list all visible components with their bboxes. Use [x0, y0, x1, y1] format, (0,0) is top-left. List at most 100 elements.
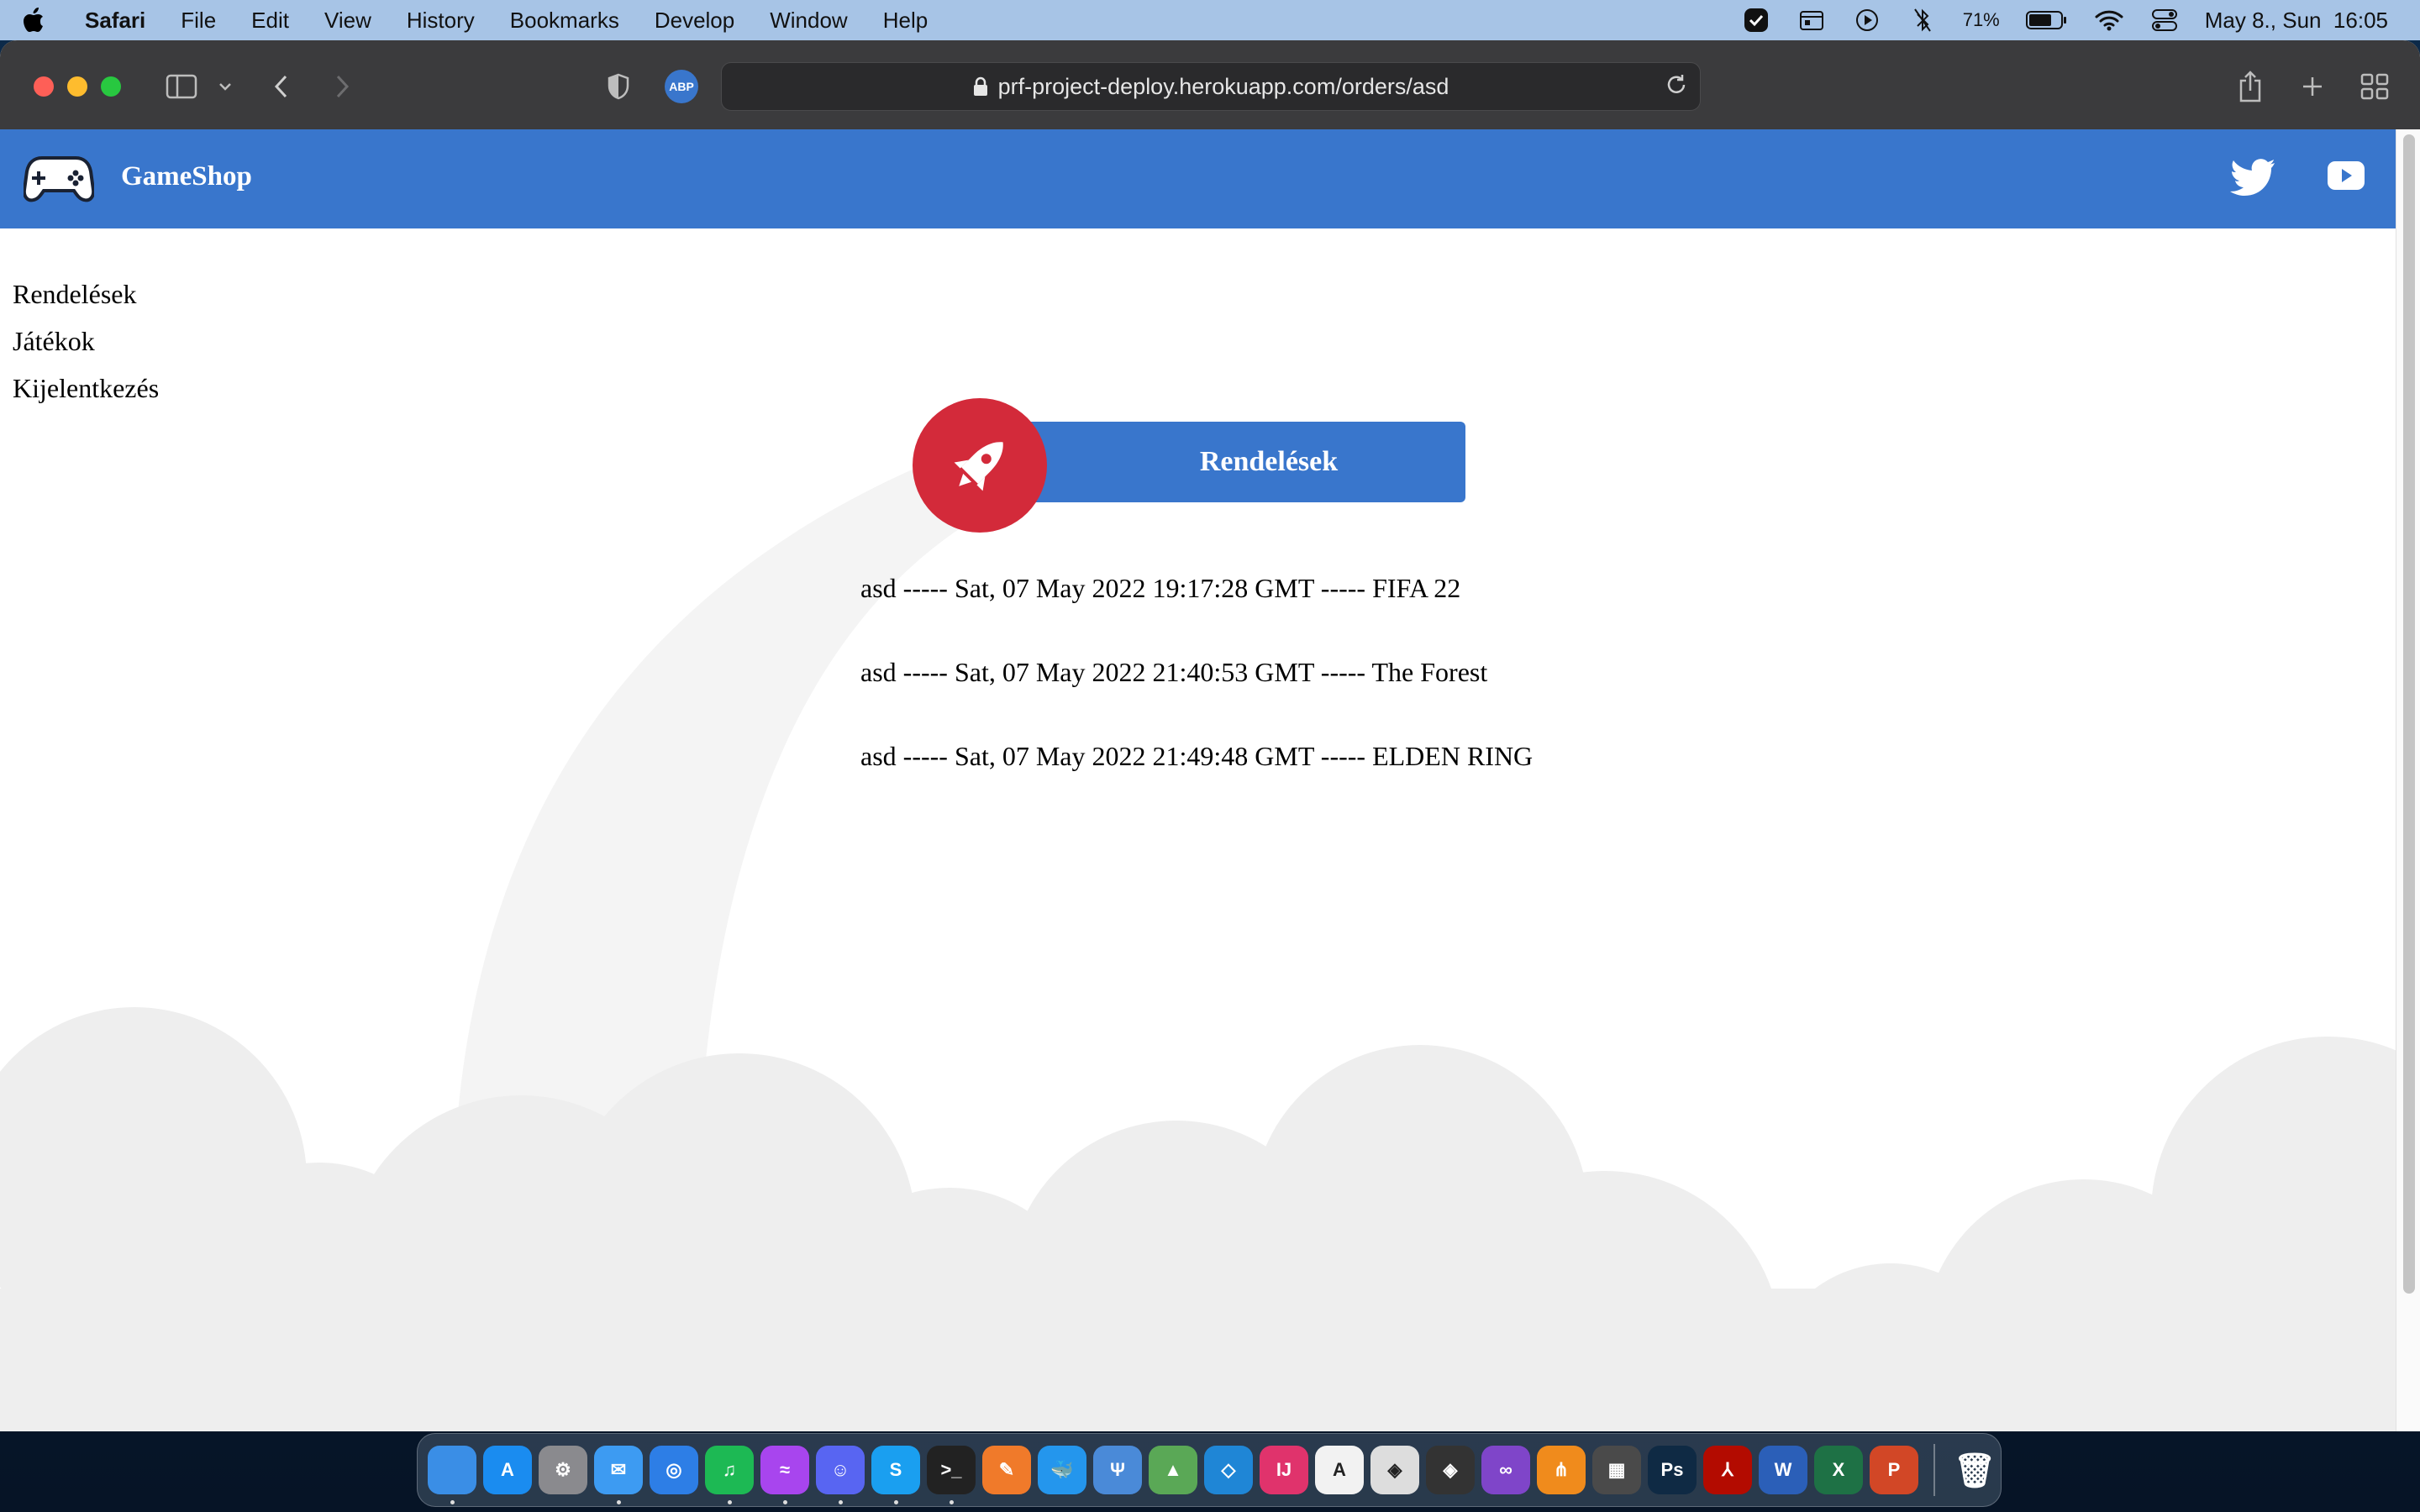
unity-hub-dock-icon[interactable]: ◈: [1426, 1446, 1475, 1494]
powerpoint-dock-glyph: P: [1887, 1459, 1901, 1480]
nav-link-logout[interactable]: Kijelentkezés: [13, 365, 159, 412]
menu-bar-clock[interactable]: May 8., Sun 16:05: [2205, 8, 2388, 34]
order-row: asd ----- Sat, 07 May 2022 21:49:48 GMT …: [860, 741, 1534, 771]
finder-dock-icon[interactable]: [428, 1446, 476, 1504]
sidebar-toggle-icon[interactable]: [163, 68, 200, 105]
excel-dock-icon[interactable]: X: [1814, 1446, 1863, 1494]
intellij-dock-glyph: IJ: [1276, 1459, 1292, 1480]
vscode-dock-icon[interactable]: ◇: [1204, 1446, 1253, 1494]
skype-dock-glyph: S: [889, 1459, 902, 1480]
running-indicator: [728, 1500, 732, 1504]
reload-icon[interactable]: [1665, 73, 1688, 102]
youtube-icon[interactable]: [2328, 161, 2365, 194]
battery-icon[interactable]: [2025, 8, 2069, 33]
menu-bookmarks[interactable]: Bookmarks: [492, 8, 637, 34]
tab-group-chevron-down-icon[interactable]: [213, 68, 237, 105]
privacy-shield-icon[interactable]: [603, 68, 634, 105]
menu-history[interactable]: History: [389, 8, 492, 34]
now-playing-icon[interactable]: [1852, 8, 1882, 33]
android-studio-dock-glyph: ▲: [1164, 1459, 1182, 1480]
ai-app-dock-icon[interactable]: A: [1315, 1446, 1364, 1494]
system-preferences-dock-icon[interactable]: ⚙: [539, 1446, 587, 1494]
brand-name[interactable]: GameShop: [121, 161, 252, 192]
scrollbar-thumb[interactable]: [2403, 134, 2415, 1294]
visual-studio-dock-icon[interactable]: ∞: [1481, 1446, 1530, 1494]
tab-overview-icon[interactable]: [2358, 68, 2391, 105]
menu-edit[interactable]: Edit: [234, 8, 307, 34]
checkmark-app-icon[interactable]: [1741, 8, 1771, 33]
battery-percentage: 71%: [1962, 9, 2000, 30]
orders-card-title: Rendelések: [1199, 446, 1339, 477]
system-preferences-dock-glyph: ⚙: [555, 1459, 571, 1480]
acrobat-dock-icon[interactable]: ⅄: [1703, 1446, 1752, 1494]
mail-dock-icon[interactable]: ✉: [594, 1446, 643, 1504]
fork-dock-glyph: Ψ: [1110, 1459, 1125, 1480]
nav-link-games[interactable]: Játékok: [13, 318, 159, 365]
unity-dock-icon[interactable]: ◈: [1370, 1446, 1419, 1494]
powerpoint-dock-icon[interactable]: P: [1870, 1446, 1918, 1494]
menu-help[interactable]: Help: [865, 8, 945, 34]
order-row: asd ----- Sat, 07 May 2022 19:17:28 GMT …: [860, 573, 1461, 603]
app-store-dock-icon[interactable]: A: [483, 1446, 532, 1494]
skype-dock-icon[interactable]: S: [871, 1446, 920, 1504]
bluetooth-off-icon[interactable]: [1907, 8, 1938, 33]
close-window-button[interactable]: [34, 76, 54, 97]
menu-develop[interactable]: Develop: [637, 8, 752, 34]
nav-link-orders[interactable]: Rendelések: [13, 270, 159, 318]
site-header: GameShop: [0, 129, 2396, 228]
ai-app-dock-glyph: A: [1333, 1459, 1346, 1480]
trash-dock-icon[interactable]: 🗑: [1950, 1446, 1999, 1494]
apple-menu-icon[interactable]: [0, 8, 67, 33]
messenger-dock-icon[interactable]: ≈: [760, 1446, 809, 1504]
word-dock-icon[interactable]: W: [1759, 1446, 1807, 1494]
order-row: asd ----- Sat, 07 May 2022 21:40:53 GMT …: [860, 657, 1488, 687]
twitter-icon[interactable]: [2230, 158, 2275, 201]
adblock-extension-icon[interactable]: ABP: [664, 68, 699, 105]
zoom-window-button[interactable]: [101, 76, 121, 97]
forward-arrow-icon[interactable]: [328, 68, 356, 105]
control-center-icon[interactable]: [2149, 8, 2180, 33]
side-navigation: Rendelések Játékok Kijelentkezés: [13, 270, 159, 412]
sketch-pen-dock-icon[interactable]: ✎: [982, 1446, 1031, 1494]
back-arrow-icon[interactable]: [267, 68, 296, 105]
final-cut-dock-glyph: ▦: [1607, 1459, 1626, 1480]
orders-title-card: Rendelések: [1005, 422, 1465, 502]
calendar-widget-icon[interactable]: [1797, 8, 1827, 33]
terminal-dock-icon[interactable]: >_: [927, 1446, 976, 1504]
terminal-dock-glyph: >_: [940, 1459, 962, 1480]
menu-view[interactable]: View: [307, 8, 389, 34]
app-store-dock-glyph: A: [501, 1459, 514, 1480]
fork-dock-icon[interactable]: Ψ: [1093, 1446, 1142, 1494]
menu-file[interactable]: File: [163, 8, 234, 34]
wifi-icon[interactable]: [2094, 8, 2124, 33]
messenger-dock-glyph: ≈: [779, 1459, 791, 1480]
safari-dock-icon[interactable]: ◎: [650, 1446, 698, 1494]
minimize-window-button[interactable]: [67, 76, 87, 97]
excel-dock-glyph: X: [1832, 1459, 1845, 1480]
address-bar[interactable]: prf-project-deploy.herokuapp.com/orders/…: [721, 62, 1701, 111]
android-studio-dock-icon[interactable]: ▲: [1149, 1446, 1197, 1494]
final-cut-dock-icon[interactable]: ▦: [1592, 1446, 1641, 1494]
running-indicator: [617, 1500, 621, 1504]
sourcetree-dock-glyph: ⋔: [1553, 1459, 1570, 1480]
new-tab-plus-icon[interactable]: [2297, 68, 2328, 105]
docker-dock-icon[interactable]: 🐳: [1038, 1446, 1086, 1494]
photoshop-dock-icon[interactable]: Ps: [1648, 1446, 1697, 1494]
sourcetree-dock-icon[interactable]: ⋔: [1537, 1446, 1586, 1494]
intellij-dock-icon[interactable]: IJ: [1260, 1446, 1308, 1494]
web-page: GameShop Rendelések Játékok Kijelentkezé…: [0, 129, 2396, 1431]
acrobat-dock-glyph: ⅄: [1722, 1459, 1733, 1480]
spotify-dock-icon[interactable]: ♫: [705, 1446, 754, 1504]
adblock-badge-label: ABP: [665, 70, 698, 103]
lock-icon: [973, 76, 988, 97]
mail-dock-glyph: ✉: [610, 1459, 627, 1480]
url-text: prf-project-deploy.herokuapp.com/orders/…: [997, 73, 1449, 99]
running-indicator: [839, 1500, 843, 1504]
discord-dock-icon[interactable]: ☺: [816, 1446, 865, 1504]
rocket-icon: [913, 398, 1047, 533]
share-icon[interactable]: [2235, 68, 2265, 105]
gamepad-logo-icon[interactable]: [22, 151, 96, 209]
menu-app-name[interactable]: Safari: [67, 8, 163, 34]
menu-window[interactable]: Window: [752, 8, 865, 34]
unity-hub-dock-glyph: ◈: [1443, 1459, 1458, 1480]
